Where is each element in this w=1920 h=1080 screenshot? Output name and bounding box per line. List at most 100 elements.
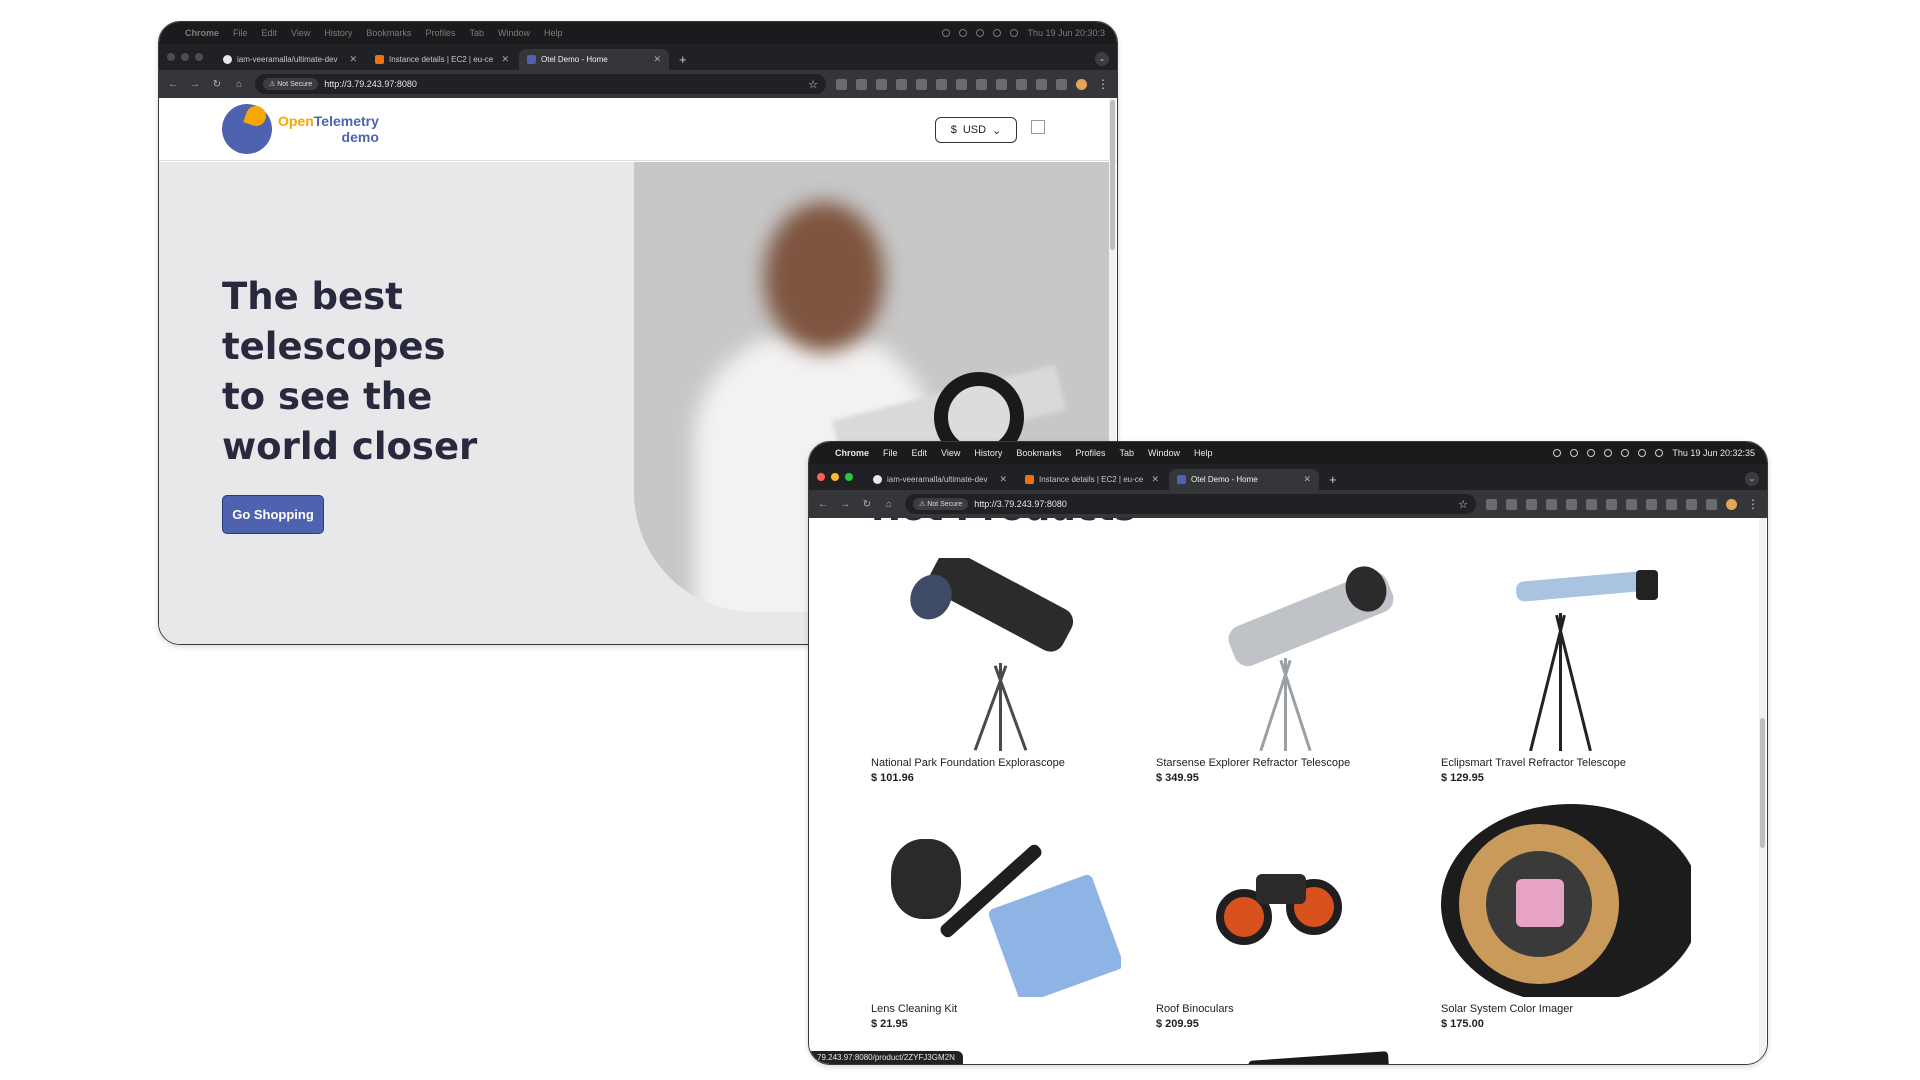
browser-menu-icon[interactable]: ⋮ (1097, 77, 1109, 91)
menu-view[interactable]: View (291, 28, 310, 38)
menu-help[interactable]: Help (1194, 448, 1213, 458)
bluetooth-icon[interactable] (1570, 449, 1579, 457)
menu-edit[interactable]: Edit (912, 448, 928, 458)
extension-icon[interactable] (916, 78, 927, 90)
address-bar[interactable]: ⚠ Not Secure http://3.79.243.97:8080 ☆ (905, 494, 1476, 514)
close-window-button[interactable] (167, 53, 175, 61)
tab-ec2[interactable]: Instance details | EC2 | eu-ce ✕ (367, 49, 517, 70)
page-scrollbar[interactable] (1759, 518, 1766, 1064)
search-icon[interactable] (1010, 29, 1019, 37)
product-image-explorascope[interactable] (871, 558, 1121, 751)
zoom-window-button[interactable] (845, 473, 853, 481)
bookmark-star-icon[interactable]: ☆ (808, 78, 818, 91)
new-tab-button[interactable]: + (671, 52, 695, 70)
product-name[interactable]: Roof Binoculars (1156, 1003, 1406, 1015)
close-tab-icon[interactable]: ✕ (999, 474, 1007, 485)
zoom-window-button[interactable] (195, 53, 203, 61)
status-icon[interactable] (976, 29, 985, 37)
menu-file[interactable]: File (883, 448, 898, 458)
menu-tab[interactable]: Tab (469, 28, 484, 38)
menu-bookmarks[interactable]: Bookmarks (366, 28, 411, 38)
new-tab-button[interactable]: + (1321, 472, 1345, 490)
control-center-icon[interactable] (1655, 449, 1664, 457)
menubar-clock[interactable]: Thu 19 Jun 20:32:35 (1672, 448, 1755, 458)
not-secure-badge[interactable]: ⚠ Not Secure (913, 498, 969, 510)
extension-icon[interactable] (1706, 498, 1717, 510)
menu-help[interactable]: Help (544, 28, 563, 38)
extension-icon[interactable] (836, 78, 847, 90)
forward-icon[interactable]: → (189, 79, 201, 90)
product-name[interactable]: Solar System Color Imager (1441, 1003, 1691, 1015)
extension-icon[interactable] (1486, 498, 1497, 510)
extension-icon[interactable] (936, 78, 947, 90)
extension-icon[interactable] (1546, 498, 1557, 510)
tab-github[interactable]: iam-veeramalla/ultimate-dev ✕ (865, 469, 1015, 490)
url-text[interactable]: http://3.79.243.97:8080 (324, 79, 802, 89)
back-icon[interactable]: ← (817, 499, 829, 510)
menu-window[interactable]: Window (1148, 448, 1180, 458)
extension-icon[interactable] (1526, 498, 1537, 510)
product-image-starsense[interactable] (1156, 558, 1406, 751)
close-tab-icon[interactable]: ✕ (1151, 474, 1159, 485)
extension-icon[interactable] (976, 78, 987, 90)
product-card[interactable]: Roof Binoculars $ 209.95 (1156, 804, 1406, 1042)
home-icon[interactable]: ⌂ (233, 79, 245, 90)
close-tab-icon[interactable]: ✕ (501, 54, 509, 65)
back-icon[interactable]: ← (167, 79, 179, 90)
product-card[interactable]: Lens Cleaning Kit $ 21.95 (871, 804, 1121, 1042)
extension-icon[interactable] (896, 78, 907, 90)
product-name[interactable]: Lens Cleaning Kit (871, 1003, 1121, 1015)
product-image-solar-system-imager[interactable] (1441, 804, 1691, 997)
tab-search-icon[interactable]: ⌄ (1745, 472, 1759, 486)
bookmark-star-icon[interactable]: ☆ (1458, 498, 1468, 511)
tab-github[interactable]: iam-veeramalla/ultimate-dev ✕ (215, 49, 365, 70)
status-icon[interactable] (1587, 449, 1596, 457)
extension-icon[interactable] (1626, 498, 1637, 510)
extension-icon[interactable] (1606, 498, 1617, 510)
tab-ec2[interactable]: Instance details | EC2 | eu-ce ✕ (1017, 469, 1167, 490)
url-text[interactable]: http://3.79.243.97:8080 (974, 499, 1452, 509)
status-icon[interactable] (942, 29, 951, 37)
not-secure-badge[interactable]: ⚠ Not Secure (263, 78, 319, 90)
status-icon[interactable] (1553, 449, 1562, 457)
profile-avatar[interactable] (1076, 78, 1087, 90)
product-card[interactable]: Eclipsmart Travel Refractor Telescope $ … (1441, 558, 1691, 796)
close-tab-icon[interactable]: ✕ (1303, 474, 1311, 485)
go-shopping-button[interactable]: Go Shopping (222, 495, 324, 534)
menu-file[interactable]: File (233, 28, 248, 38)
product-image-lens-cleaning-kit[interactable] (871, 804, 1121, 997)
product-card[interactable]: Starsense Explorer Refractor Telescope $… (1156, 558, 1406, 796)
currency-select[interactable]: $ USD ⌄ (935, 117, 1017, 143)
home-icon[interactable]: ⌂ (883, 499, 895, 510)
product-image-eclipsmart[interactable] (1441, 558, 1691, 751)
minimize-window-button[interactable] (831, 473, 839, 481)
menu-history[interactable]: History (324, 28, 352, 38)
wifi-icon[interactable] (993, 29, 1002, 37)
extension-icon[interactable] (1646, 498, 1657, 510)
extension-icon[interactable] (996, 78, 1007, 90)
close-tab-icon[interactable]: ✕ (653, 54, 661, 65)
extension-icon[interactable] (1586, 498, 1597, 510)
forward-icon[interactable]: → (839, 499, 851, 510)
battery-icon[interactable] (1604, 449, 1613, 457)
extension-icon[interactable] (956, 78, 967, 90)
minimize-window-button[interactable] (181, 53, 189, 61)
download-icon[interactable] (1666, 498, 1677, 510)
extension-icon[interactable] (876, 78, 887, 90)
download-icon[interactable] (1016, 78, 1027, 90)
menubar-clock[interactable]: Thu 19 Jun 20:30:3 (1027, 28, 1105, 38)
menu-window[interactable]: Window (498, 28, 530, 38)
otel-demo-logo[interactable]: OpenTelemetry demo (222, 103, 379, 154)
reload-icon[interactable]: ↻ (861, 499, 873, 510)
menu-view[interactable]: View (941, 448, 960, 458)
menu-app-name[interactable]: Chrome (835, 448, 869, 458)
search-icon[interactable] (1638, 449, 1647, 457)
menu-profiles[interactable]: Profiles (1075, 448, 1105, 458)
product-card[interactable]: Solar System Color Imager $ 175.00 (1441, 804, 1691, 1042)
menu-app-name[interactable]: Chrome (185, 28, 219, 38)
close-window-button[interactable] (817, 473, 825, 481)
tab-search-icon[interactable]: ⌄ (1095, 52, 1109, 66)
bluetooth-icon[interactable] (959, 29, 968, 37)
menu-bookmarks[interactable]: Bookmarks (1016, 448, 1061, 458)
browser-menu-icon[interactable]: ⋮ (1747, 497, 1759, 511)
